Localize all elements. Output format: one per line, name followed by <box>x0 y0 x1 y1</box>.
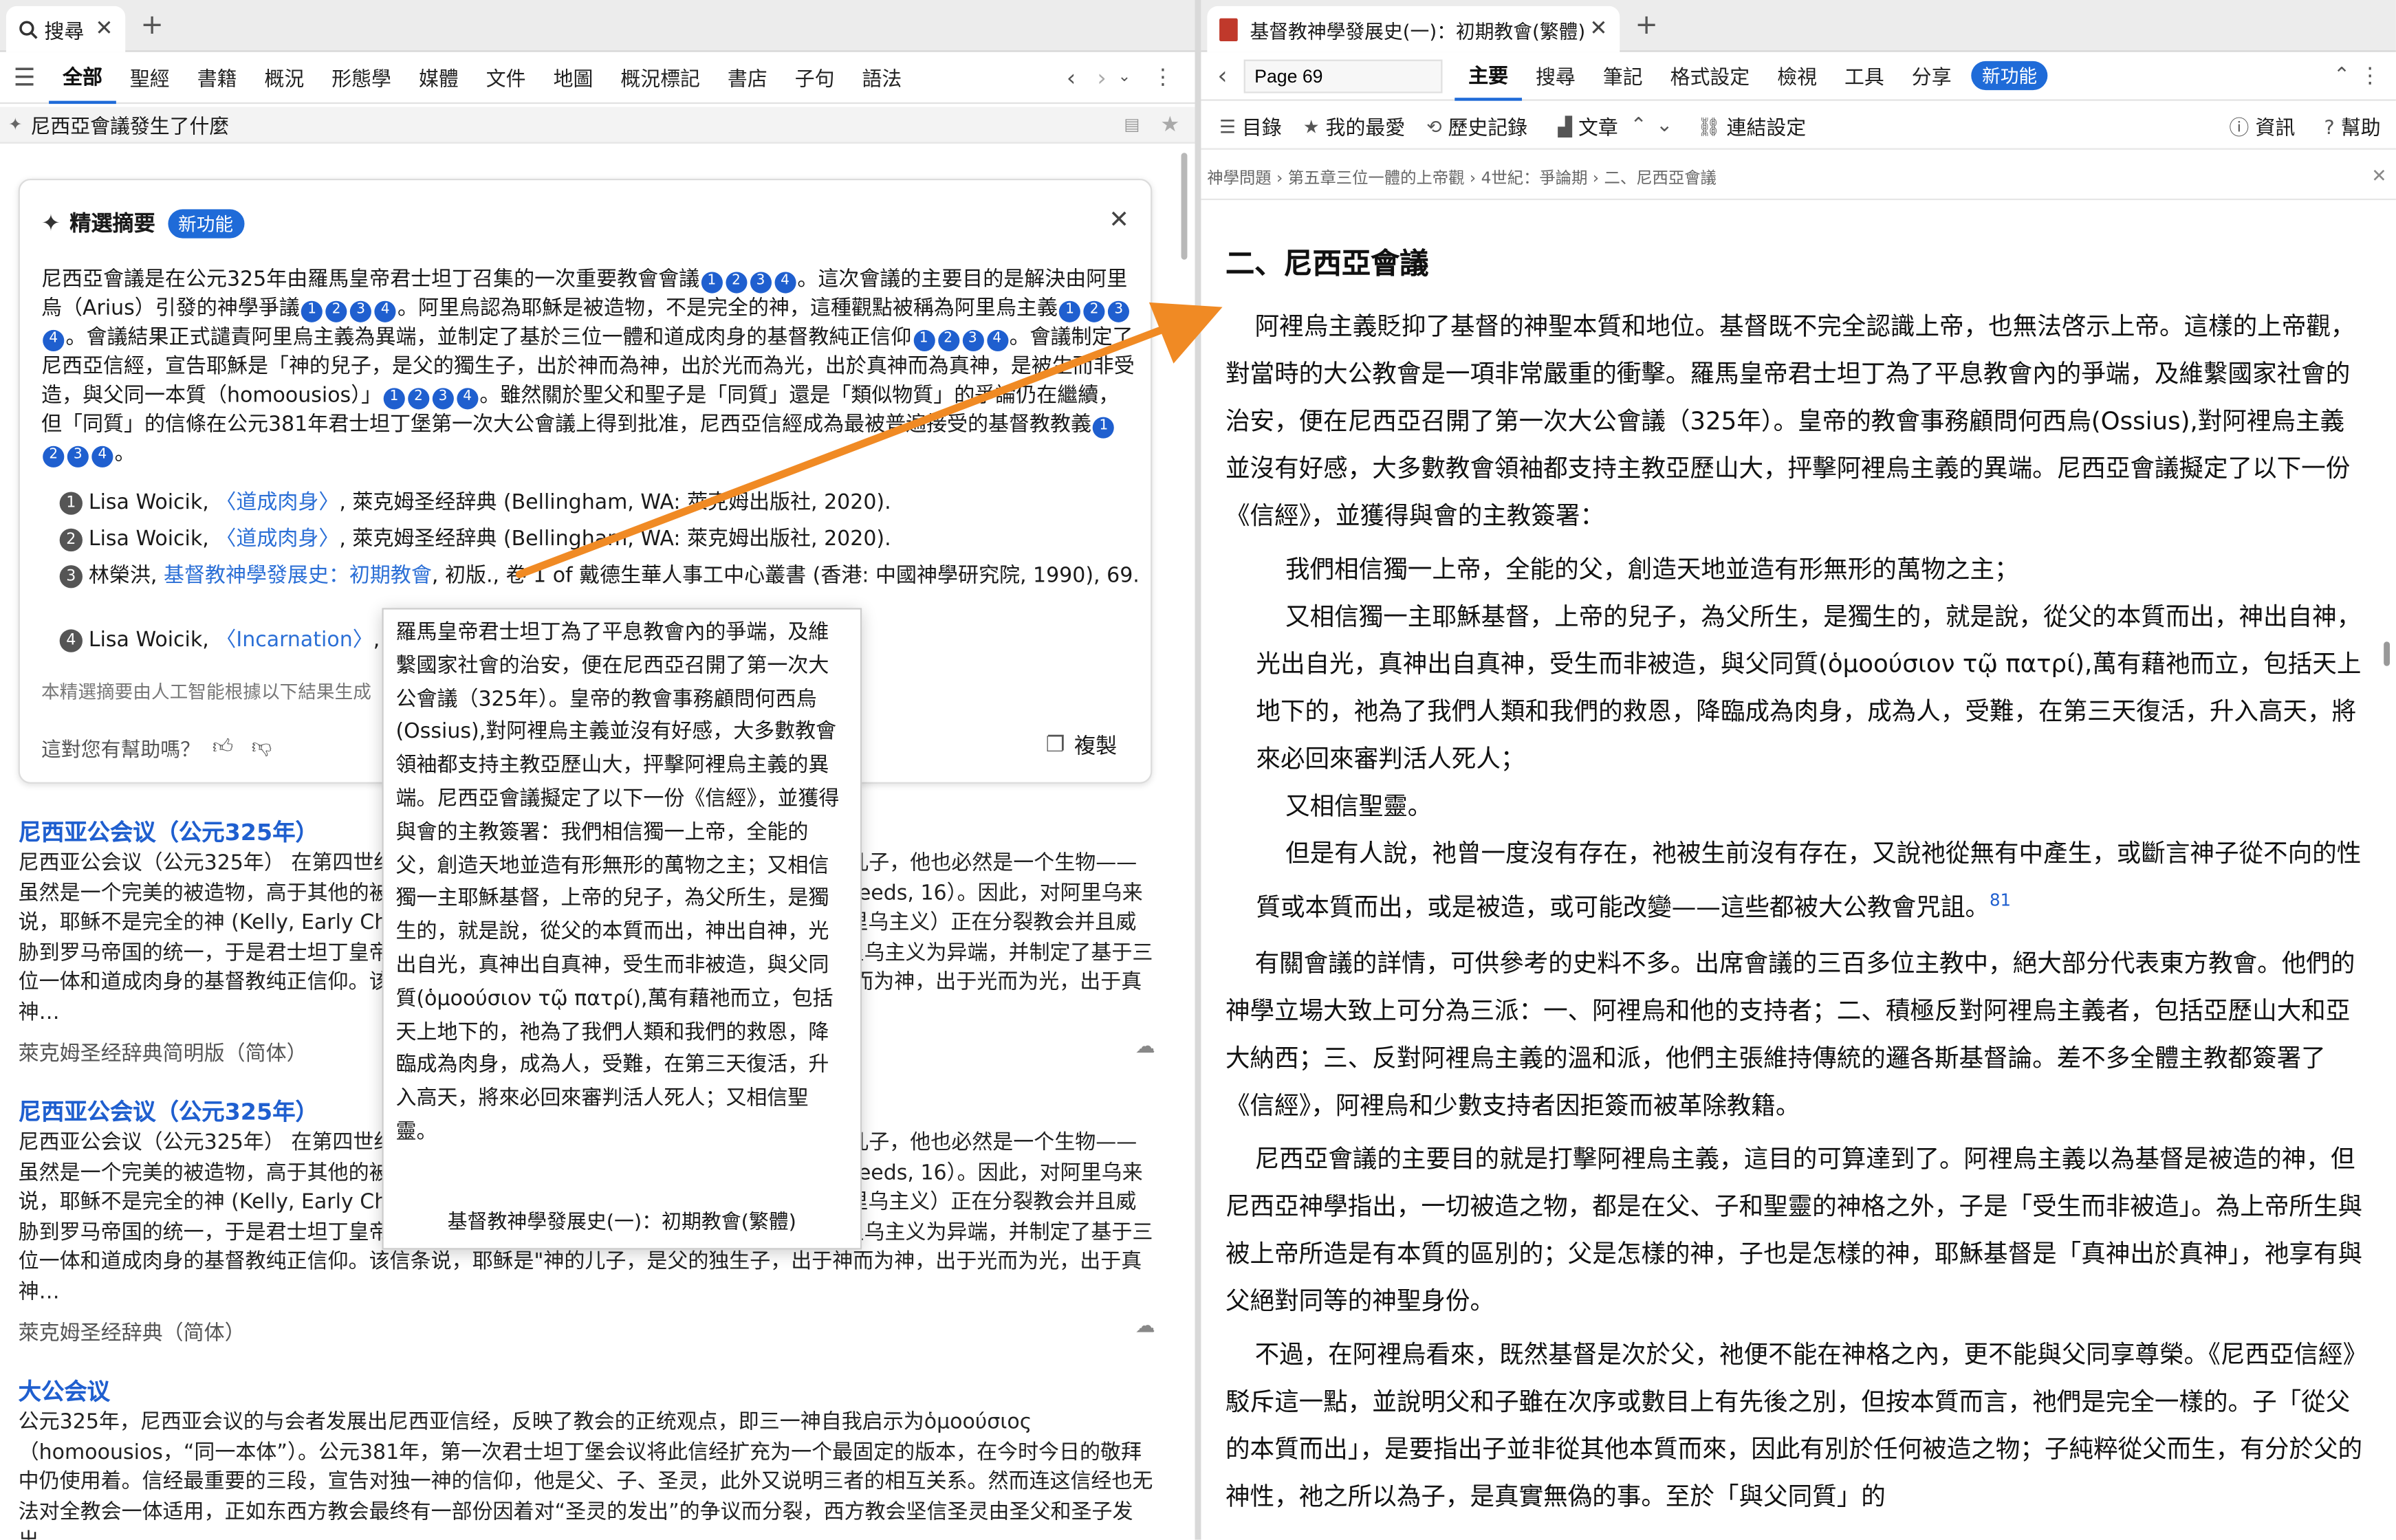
arrow-shaft <box>515 326 1166 578</box>
annotation-arrow <box>515 302 1223 578</box>
